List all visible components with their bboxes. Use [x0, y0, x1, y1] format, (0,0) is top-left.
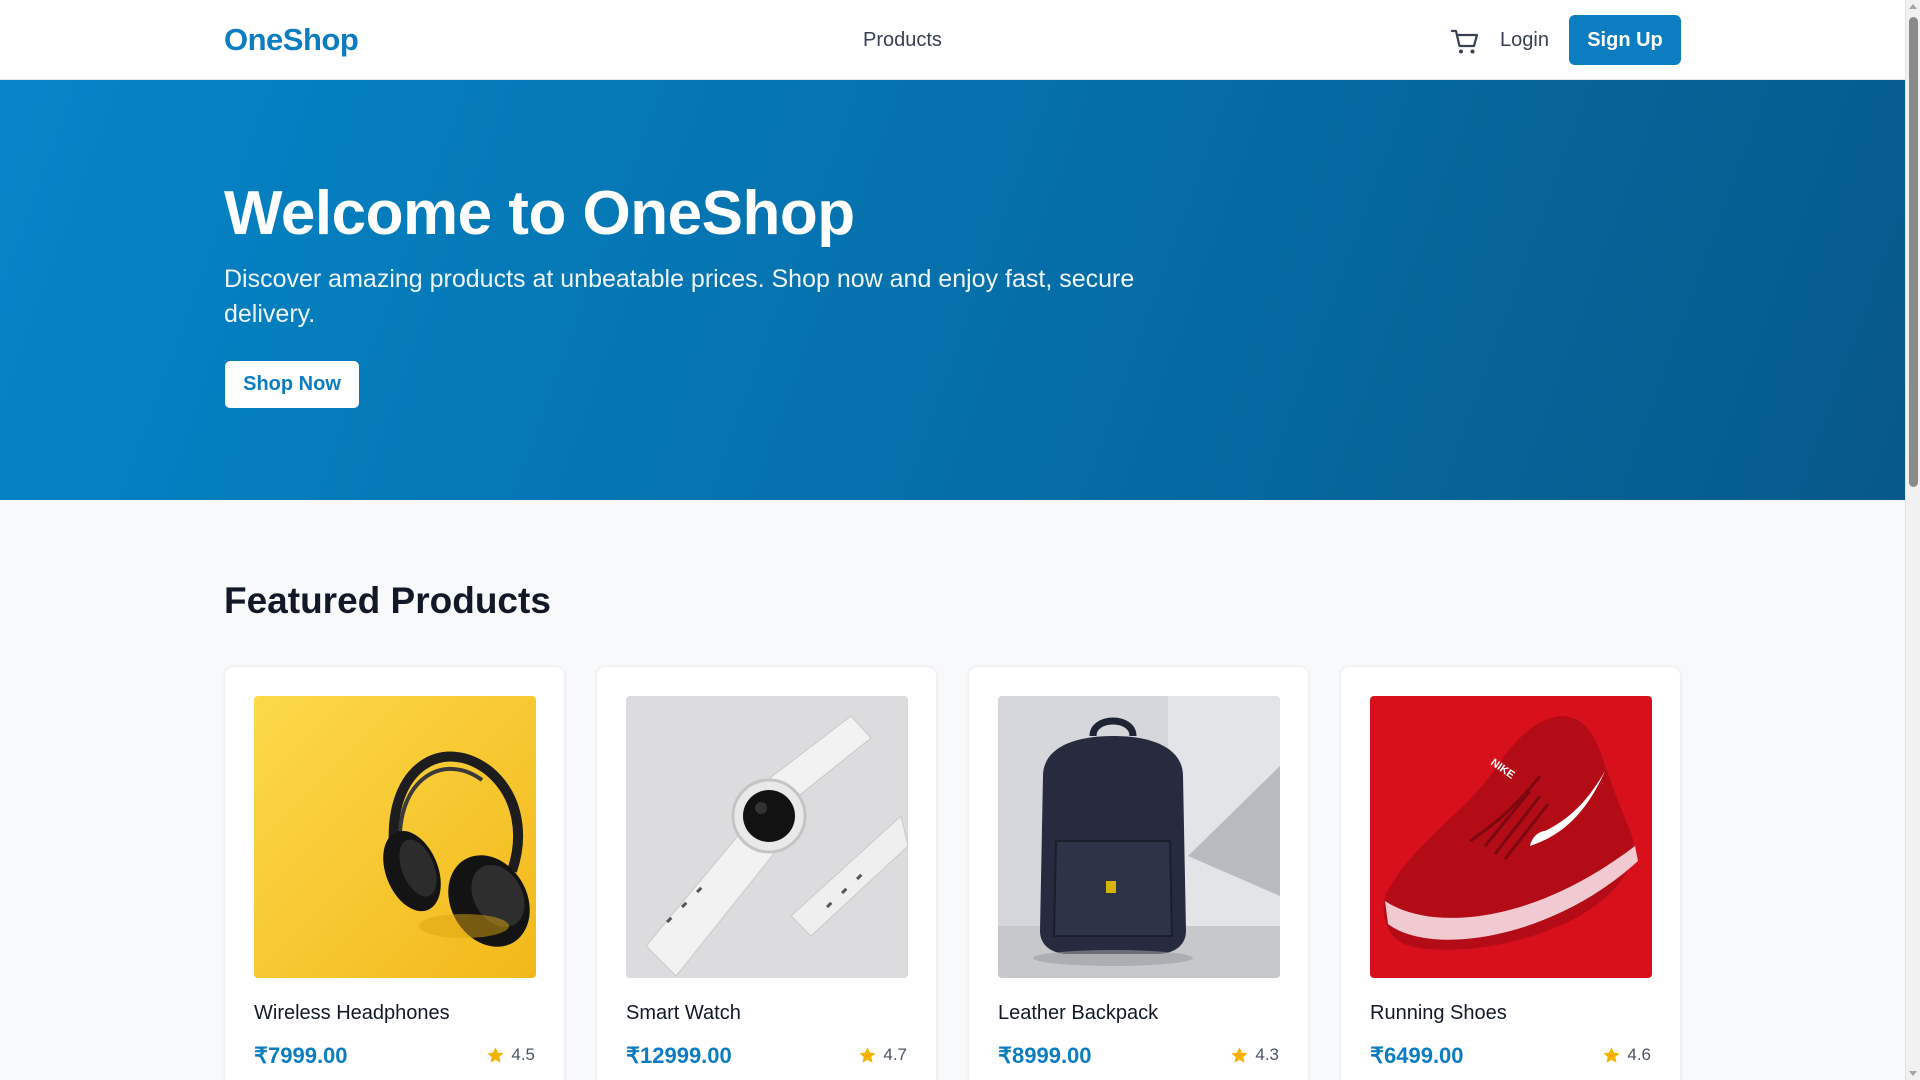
product-rating: 4.7: [858, 1045, 907, 1065]
product-card[interactable]: NIKE Running Shoes ₹6499.00 4.6: [1340, 666, 1681, 1080]
rating-value: 4.7: [883, 1045, 907, 1064]
shop-now-button[interactable]: Shop Now: [225, 361, 359, 408]
shoe-image[interactable]: NIKE: [1370, 696, 1652, 978]
product-price: ₹6499.00: [1370, 1043, 1464, 1068]
scroll-up-arrow-icon[interactable]: [1909, 4, 1917, 9]
login-link[interactable]: Login: [1500, 29, 1549, 52]
product-price: ₹8999.00: [998, 1043, 1092, 1068]
star-icon: [487, 1046, 504, 1063]
cart-icon[interactable]: [1449, 25, 1481, 57]
product-card[interactable]: Wireless Headphones ₹7999.00 4.5: [224, 666, 565, 1080]
rating-value: 4.3: [1255, 1045, 1279, 1064]
backpack-image[interactable]: [998, 696, 1280, 978]
product-name: Running Shoes: [1370, 1002, 1507, 1024]
product-name: Wireless Headphones: [254, 1002, 450, 1024]
logo[interactable]: OneShop: [224, 22, 359, 58]
product-rating: 4.5: [486, 1045, 535, 1065]
headphones-image[interactable]: [254, 696, 536, 978]
product-price: ₹12999.00: [626, 1043, 732, 1068]
hero-subtitle: Discover amazing products at unbeatable …: [224, 265, 1135, 328]
nav-products-link[interactable]: Products: [863, 29, 942, 52]
site-header: OneShop Products Login Sign Up: [0, 0, 1905, 80]
page-scrollbar[interactable]: [1905, 0, 1920, 1080]
star-icon: [1231, 1046, 1248, 1063]
product-card[interactable]: Smart Watch ₹12999.00 4.7: [596, 666, 937, 1080]
smartwatch-image[interactable]: [626, 696, 908, 978]
scrollbar-thumb[interactable]: [1909, 17, 1918, 487]
rating-value: 4.5: [511, 1045, 535, 1064]
hero-title: Welcome to OneShop: [224, 179, 855, 248]
hero-banner: Welcome to OneShop Discover amazing prod…: [0, 80, 1905, 500]
product-name: Smart Watch: [626, 1002, 741, 1024]
product-name: Leather Backpack: [998, 1002, 1159, 1024]
product-card[interactable]: Leather Backpack ₹8999.00 4.3: [968, 666, 1309, 1080]
featured-products-heading: Featured Products: [224, 580, 551, 621]
star-icon: [859, 1046, 876, 1063]
rating-value: 4.6: [1627, 1045, 1651, 1064]
product-price: ₹7999.00: [254, 1043, 348, 1068]
scroll-down-arrow-icon[interactable]: [1909, 1071, 1917, 1076]
product-rating: 4.6: [1602, 1045, 1651, 1065]
sign-up-button[interactable]: Sign Up: [1569, 15, 1681, 65]
product-rating: 4.3: [1230, 1045, 1279, 1065]
star-icon: [1603, 1046, 1620, 1063]
